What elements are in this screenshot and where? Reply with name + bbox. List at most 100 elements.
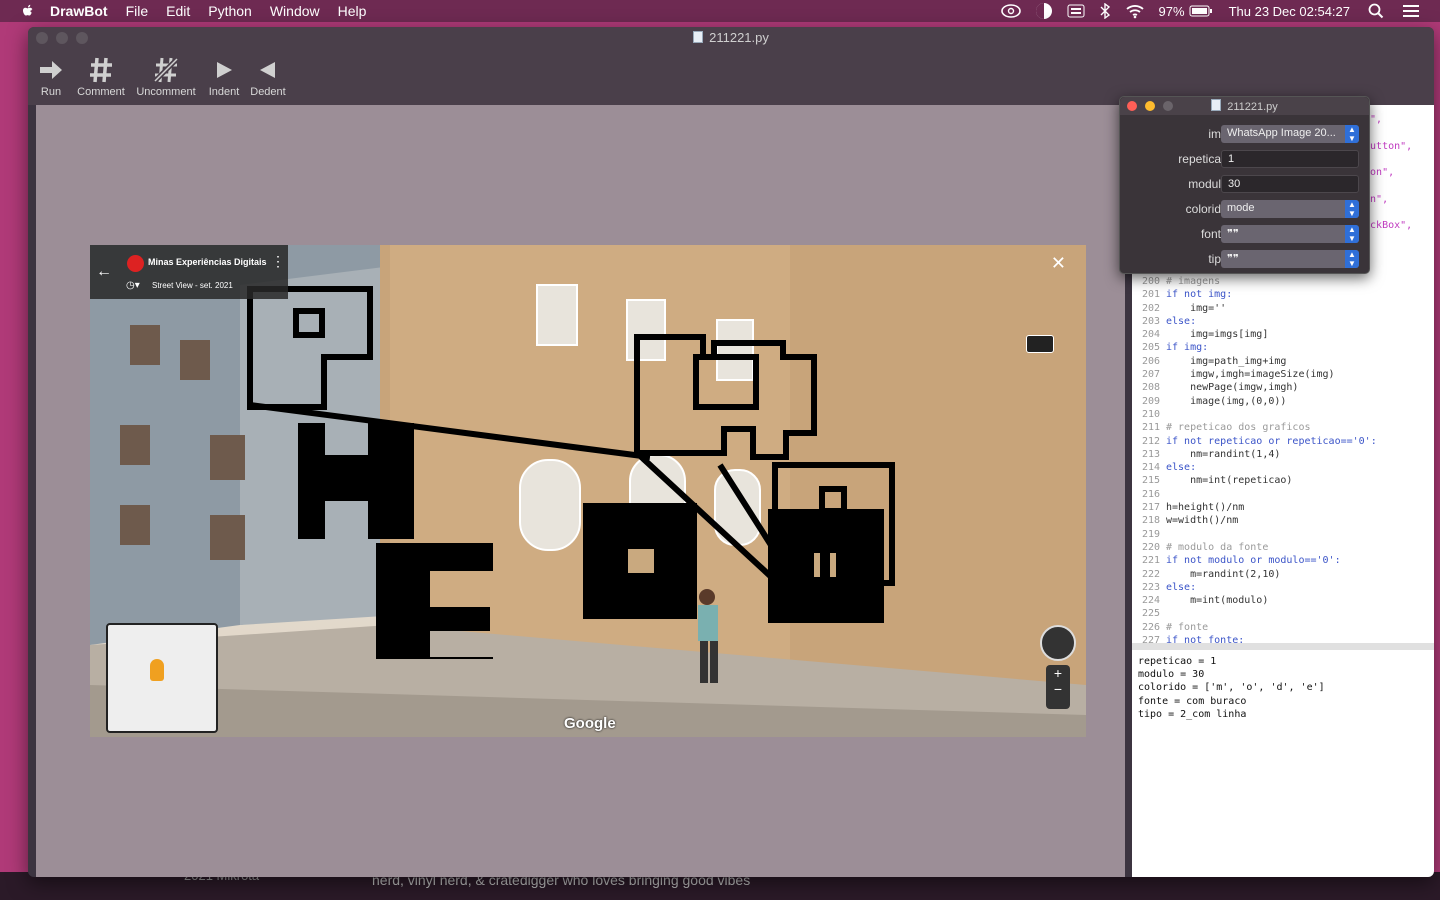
code-text: nm=int(repeticao) bbox=[1166, 475, 1293, 487]
code-text: m=randint(2,10) bbox=[1166, 568, 1281, 580]
line-number: 215 bbox=[1141, 475, 1160, 487]
code-text: newPage(imgw,imgh) bbox=[1166, 382, 1299, 394]
code-line: 211 # repeticao dos graficos bbox=[1132, 421, 1434, 434]
code-line: 206 img=path_img+img bbox=[1132, 355, 1434, 368]
popup-chevron-icon: ▲ ▼ bbox=[1345, 125, 1359, 143]
line-number: 203 bbox=[1141, 315, 1160, 327]
line-number: 225 bbox=[1141, 608, 1160, 620]
compass-icon[interactable] bbox=[1040, 625, 1076, 661]
wifi-icon[interactable] bbox=[1125, 3, 1145, 19]
more-options-icon[interactable]: ⋮ bbox=[271, 253, 285, 270]
menu-help[interactable]: Help bbox=[338, 3, 367, 19]
menu-edit[interactable]: Edit bbox=[166, 3, 190, 19]
line-number: 202 bbox=[1141, 302, 1160, 314]
code-line: 209 image(img,(0,0)) bbox=[1132, 395, 1434, 408]
comment-button[interactable]: Comment bbox=[74, 54, 128, 98]
popup-chevron-icon: ▲ ▼ bbox=[1345, 200, 1359, 218]
menu-file[interactable]: File bbox=[126, 3, 149, 19]
code-text: # imagens bbox=[1166, 276, 1221, 287]
status-area: 97% Thu 23 Dec 02:54:27 bbox=[987, 0, 1440, 22]
output-line: modulo = 30 bbox=[1138, 669, 1205, 681]
zoom-controls: + − bbox=[1046, 665, 1070, 709]
panel-field-value: ❞❞ bbox=[1227, 253, 1239, 265]
code-editor[interactable]: 200 # imagens 201 if not img: 202 img='' 203 e… bbox=[1132, 275, 1434, 643]
line-number: 206 bbox=[1141, 355, 1160, 367]
code-line: 222 m=randint(2,10) bbox=[1132, 568, 1434, 581]
code-line: 207 imgw,imgh=imageSize(img) bbox=[1132, 368, 1434, 381]
output-line: repeticao = 1 bbox=[1138, 656, 1217, 667]
popup-chevron-icon: ▲ ▼ bbox=[1345, 225, 1359, 243]
python-file-icon bbox=[693, 31, 704, 43]
code-text: if not modulo or modulo=='0': bbox=[1166, 555, 1341, 567]
indent-button[interactable]: Indent bbox=[204, 54, 244, 98]
control-center-icon[interactable] bbox=[1402, 4, 1420, 18]
battery-percent: 97% bbox=[1158, 3, 1185, 19]
creative-cloud-icon[interactable] bbox=[1000, 4, 1021, 18]
code-text: if not fonte: bbox=[1166, 635, 1245, 643]
hash-slash-icon bbox=[132, 54, 200, 86]
code-text: else: bbox=[1166, 462, 1197, 474]
window-title: 211221.py bbox=[28, 30, 1434, 45]
output-console[interactable]: repeticao = 1 modulo = 30 colorido = ['m',… bbox=[1132, 650, 1434, 877]
run-button[interactable]: Run bbox=[36, 54, 66, 98]
run-label: Run bbox=[40, 86, 62, 98]
code-text: if img: bbox=[1166, 342, 1209, 354]
code-line: 212 if not repeticao or repeticao=='0': bbox=[1132, 435, 1434, 448]
drawing-canvas[interactable]: ← Minas Experiências Digitais ⋮ ◷▾ Stree… bbox=[36, 105, 1125, 877]
dedent-button[interactable]: Dedent bbox=[248, 54, 288, 98]
line-number: 211 bbox=[1141, 422, 1160, 434]
panel-popup-button[interactable]: ❞❞ ▲ ▼ bbox=[1221, 225, 1359, 243]
panel-popup-button[interactable]: WhatsApp Image 20... ▲ ▼ bbox=[1221, 125, 1359, 143]
back-arrow-icon[interactable]: ← bbox=[96, 263, 112, 281]
line-number: 210 bbox=[1141, 408, 1160, 420]
panel-text-field[interactable]: 1 bbox=[1221, 150, 1359, 168]
menu-window[interactable]: Window bbox=[270, 3, 320, 19]
fullscreen-badge[interactable] bbox=[1026, 335, 1054, 353]
code-line: 221 if not modulo or modulo=='0': bbox=[1132, 554, 1434, 567]
menu-app-name[interactable]: DrawBot bbox=[50, 3, 108, 19]
place-logo-icon bbox=[127, 255, 144, 272]
panel-row: repeticao: 1 bbox=[1120, 149, 1371, 169]
pegman-icon[interactable] bbox=[150, 659, 164, 681]
close-streetview-icon[interactable]: ✕ bbox=[1051, 253, 1066, 274]
code-text: m=int(modulo) bbox=[1166, 595, 1269, 607]
popup-chevron-icon: ▲ ▼ bbox=[1345, 250, 1359, 268]
battery-icon[interactable] bbox=[1189, 5, 1213, 17]
panel-popup-button[interactable]: ❞❞ ▲ ▼ bbox=[1221, 250, 1359, 268]
google-logo: Google bbox=[564, 715, 616, 732]
menu-python[interactable]: Python bbox=[208, 3, 252, 19]
panel-title: 211221.py bbox=[1120, 99, 1369, 113]
code-text: if not img: bbox=[1166, 289, 1233, 301]
line-number: 205 bbox=[1141, 342, 1160, 354]
panel-text-field[interactable]: 30 bbox=[1221, 175, 1359, 193]
indent-label: Indent bbox=[208, 86, 240, 98]
place-name[interactable]: Minas Experiências Digitais bbox=[148, 257, 267, 267]
zoom-in-button[interactable]: + bbox=[1046, 665, 1070, 681]
spotlight-search-icon[interactable] bbox=[1368, 3, 1384, 19]
keyboard-icon[interactable] bbox=[1067, 4, 1085, 18]
code-line: 210 bbox=[1132, 408, 1434, 421]
panel-field-value: mode bbox=[1227, 202, 1255, 214]
line-number: 223 bbox=[1141, 581, 1160, 593]
bluetooth-icon[interactable] bbox=[1099, 3, 1111, 19]
uncomment-button[interactable]: Uncomment bbox=[132, 54, 200, 98]
apple-menu-icon[interactable] bbox=[20, 3, 36, 19]
code-line: 200 # imagens bbox=[1132, 275, 1434, 288]
panel-row: fonte: ❞❞ ▲ ▼ bbox=[1120, 224, 1371, 244]
line-number: 224 bbox=[1141, 595, 1160, 607]
code-line: 217 h=height()/nm bbox=[1132, 501, 1434, 514]
night-shift-icon[interactable] bbox=[1035, 2, 1053, 20]
window-titlebar: 211221.py Run Comment Uncomment Indent D… bbox=[28, 27, 1434, 105]
panel-popup-button[interactable]: mode ▲ ▼ bbox=[1221, 200, 1359, 218]
code-line: 218 w=width()/nm bbox=[1132, 514, 1434, 527]
clock[interactable]: Thu 23 Dec 02:54:27 bbox=[1229, 4, 1350, 19]
history-icon[interactable]: ◷▾ bbox=[126, 280, 140, 291]
pane-splitter[interactable] bbox=[1132, 643, 1434, 650]
minimap[interactable] bbox=[106, 623, 218, 733]
code-text: # repeticao dos graficos bbox=[1166, 422, 1311, 434]
line-number: 220 bbox=[1141, 541, 1160, 553]
line-number: 217 bbox=[1141, 502, 1160, 514]
panel-field-value: ❞❞ bbox=[1227, 228, 1239, 240]
code-line: 202 img='' bbox=[1132, 302, 1434, 315]
zoom-out-button[interactable]: − bbox=[1046, 681, 1070, 697]
